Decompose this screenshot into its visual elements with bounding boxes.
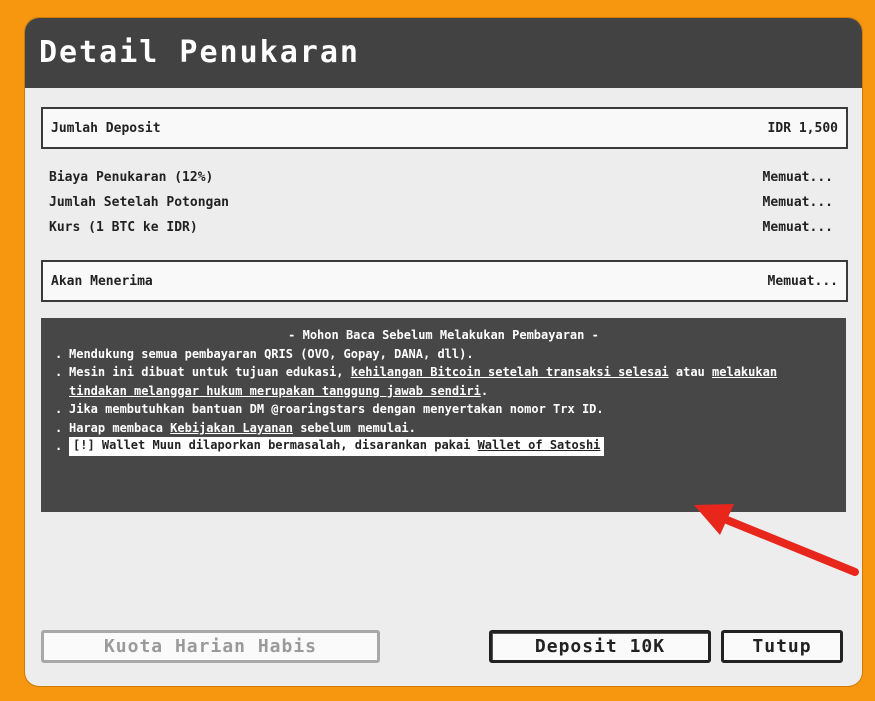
red-arrow-icon: [694, 504, 859, 576]
